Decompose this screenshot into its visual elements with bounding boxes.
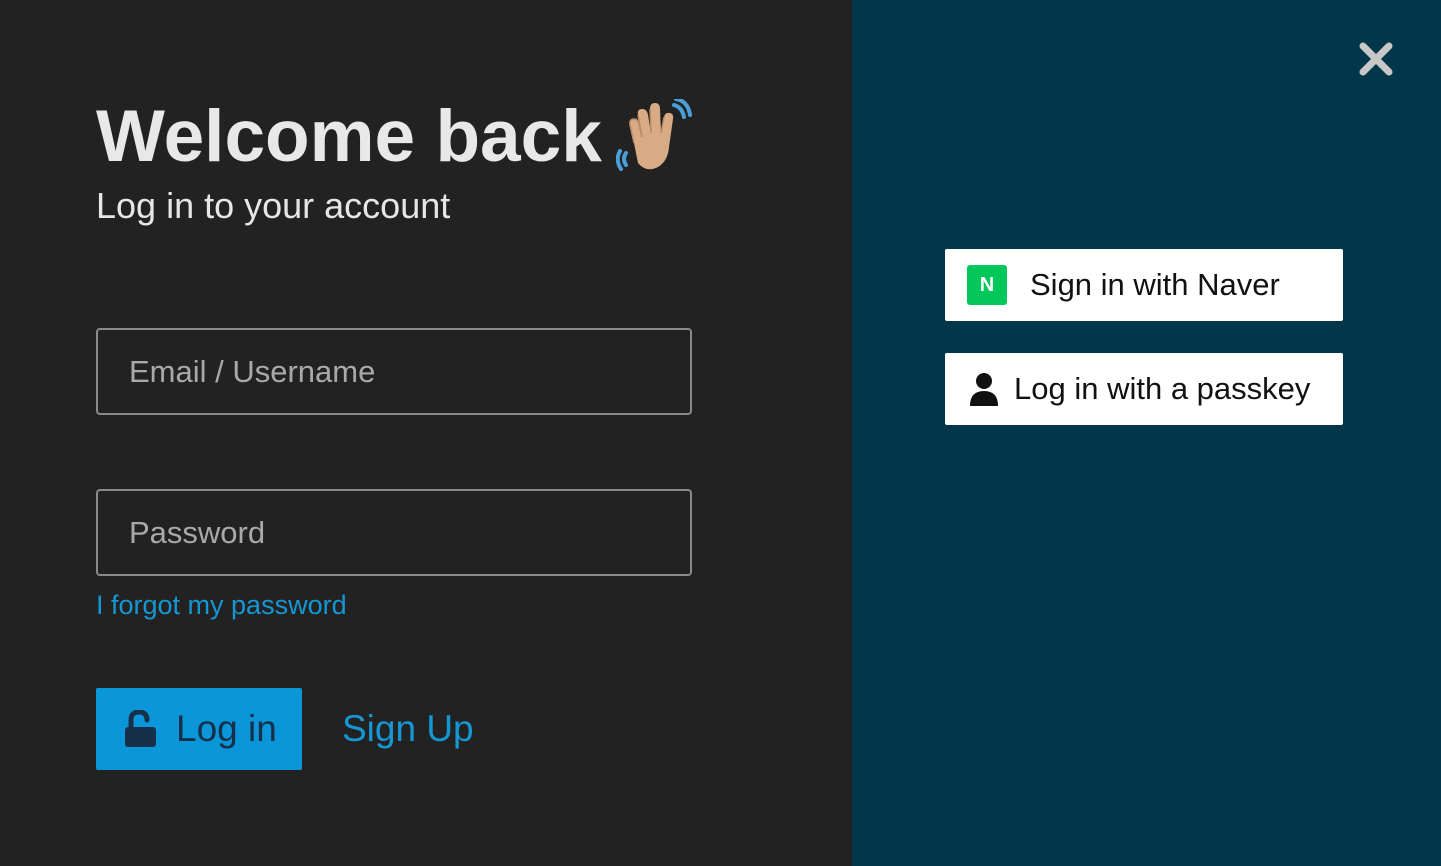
user-icon [969,372,999,406]
naver-logo-icon: N [967,265,1007,305]
title-row: Welcome back [96,96,692,178]
login-button[interactable]: Log in [96,688,302,770]
naver-signin-label: Sign in with Naver [1030,267,1280,302]
signup-link[interactable]: Sign Up [342,706,474,752]
social-login-panel: N Sign in with Naver Log in with a passk… [852,0,1441,866]
password-input[interactable] [98,491,690,574]
forgot-password-link[interactable]: I forgot my password [96,588,347,622]
passkey-login-label: Log in with a passkey [1014,371,1311,406]
page-title: Welcome back [96,96,602,177]
waving-hand-icon [615,97,692,175]
password-field[interactable] [96,489,692,576]
unlocked-padlock-icon [124,709,157,748]
login-button-label: Log in [176,708,277,749]
page-subtitle: Log in to your account [96,185,451,226]
passkey-login-button[interactable]: Log in with a passkey [945,353,1343,425]
email-input[interactable] [98,330,690,413]
close-icon[interactable] [1357,40,1395,78]
login-modal: Welcome back Log in to your account Emai… [0,0,1441,866]
login-panel: Welcome back Log in to your account Emai… [0,0,852,866]
email-field[interactable] [96,328,692,415]
naver-signin-button[interactable]: N Sign in with Naver [945,249,1343,321]
